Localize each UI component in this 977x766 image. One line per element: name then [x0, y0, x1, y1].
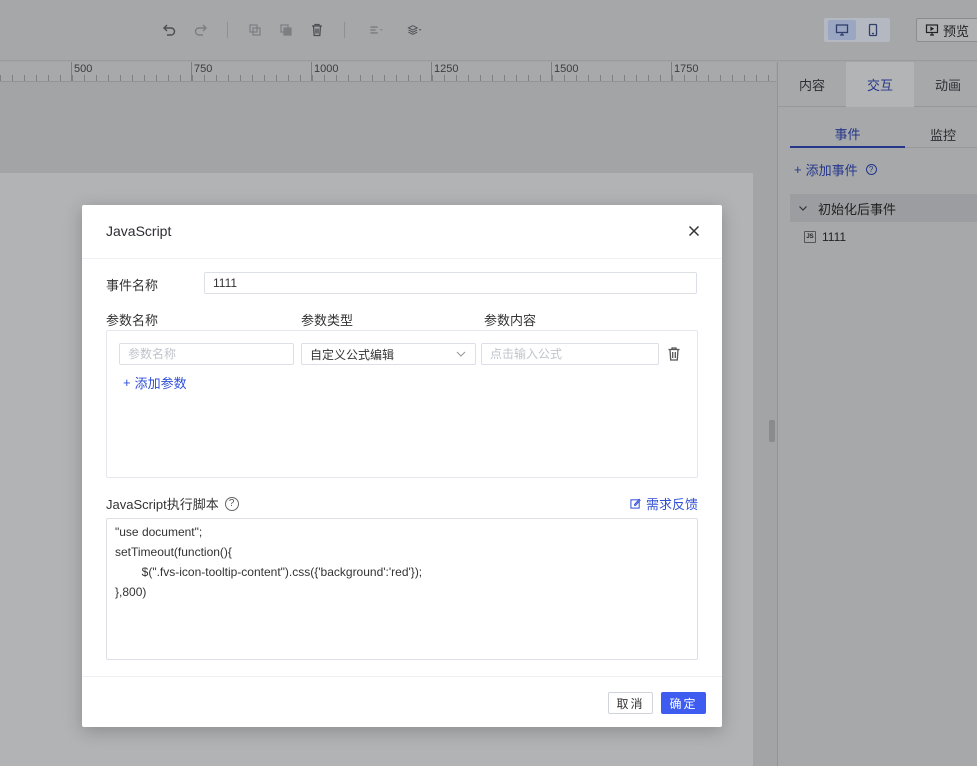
script-label-text: JavaScript执行脚本 [106, 497, 219, 512]
cancel-button[interactable]: 取消 [608, 692, 653, 714]
feedback-label: 需求反馈 [646, 497, 699, 512]
ruler-label: 750 [194, 63, 213, 75]
tab-content[interactable]: 内容 [778, 62, 846, 107]
preview-button[interactable]: 预览 [916, 18, 977, 42]
param-content-input[interactable] [481, 343, 659, 365]
ruler-label: 1500 [554, 63, 579, 75]
dialog-header: JavaScript [82, 205, 722, 259]
toolbar-divider [344, 22, 345, 38]
event-name-input[interactable] [204, 272, 697, 294]
add-event-label: 添加事件 [805, 163, 858, 178]
delete-icon[interactable] [307, 20, 327, 40]
redo-icon[interactable] [191, 20, 211, 40]
ruler-label: 500 [74, 63, 93, 75]
right-panel: 内容 交互 动画 事件 监控 + 添加事件 ? 初始化后事件 JS 1111 [777, 62, 977, 766]
ok-button[interactable]: 确定 [661, 692, 706, 714]
ruler-label: 1250 [434, 63, 459, 75]
preview-label: 预览 [943, 23, 970, 39]
param-name-input[interactable] [119, 343, 294, 365]
help-icon[interactable]: ? [865, 164, 877, 175]
copy-icon[interactable] [245, 20, 265, 40]
tab-interaction[interactable]: 交互 [846, 62, 914, 107]
edit-icon [630, 498, 641, 509]
panel-subtabs: 事件 监控 [790, 120, 977, 148]
ruler-major-tick [71, 62, 72, 81]
add-param-button[interactable]: + 添加参数 [123, 373, 187, 392]
script-label: JavaScript执行脚本 ? [106, 494, 239, 513]
param-content-header: 参数内容 [484, 313, 537, 328]
align-icon[interactable] [364, 20, 390, 40]
monitor-icon [925, 24, 939, 36]
horizontal-ruler: 500 750 1000 1250 1500 1750 [0, 62, 776, 82]
ruler-ticks [0, 75, 776, 81]
add-param-label: 添加参数 [134, 376, 187, 391]
param-list: 自定义公式编辑 + 添加参数 [106, 330, 698, 478]
dialog-title: JavaScript [106, 223, 172, 239]
event-item-label: 1111 [822, 230, 847, 244]
mobile-icon[interactable] [859, 20, 887, 40]
event-name-label: 事件名称 [106, 278, 159, 293]
ruler-major-tick [671, 62, 672, 81]
ruler-major-tick [551, 62, 552, 81]
ruler-label: 1750 [674, 63, 699, 75]
canvas-scrollbar[interactable] [769, 420, 775, 442]
ruler-major-tick [191, 62, 192, 81]
paste-icon[interactable] [276, 20, 296, 40]
help-icon[interactable]: ? [224, 496, 239, 511]
layers-icon[interactable] [402, 20, 428, 40]
tab-animation[interactable]: 动画 [914, 62, 977, 107]
javascript-dialog: JavaScript 事件名称 参数名称 参数类型 参数内容 自定义公式编辑 +… [82, 205, 722, 727]
param-name-header: 参数名称 [106, 313, 159, 328]
feedback-link[interactable]: 需求反馈 [630, 494, 698, 513]
chevron-down-icon [799, 206, 807, 211]
desktop-icon[interactable] [828, 20, 856, 40]
plus-icon: + [123, 375, 131, 390]
ruler-major-tick [311, 62, 312, 81]
plus-icon: + [794, 162, 802, 177]
script-editor[interactable]: "use document"; setTimeout(function(){ $… [106, 518, 698, 660]
device-switcher [824, 18, 890, 42]
param-type-value: 自定义公式编辑 [310, 347, 395, 362]
subtab-events[interactable]: 事件 [790, 120, 905, 148]
top-toolbar: 预览 [0, 0, 977, 61]
panel-tabs: 内容 交互 动画 [778, 62, 977, 107]
event-group-label: 初始化后事件 [818, 201, 897, 217]
undo-icon[interactable] [159, 20, 179, 40]
chevron-down-icon [456, 351, 466, 357]
delete-param-icon[interactable] [667, 346, 681, 362]
event-group-header[interactable]: 初始化后事件 [790, 194, 977, 222]
toolbar-divider [227, 22, 228, 38]
ruler-major-tick [431, 62, 432, 81]
dialog-footer: 取消 确定 [82, 676, 722, 727]
event-item[interactable]: JS 1111 [804, 230, 846, 244]
param-type-select[interactable]: 自定义公式编辑 [301, 343, 476, 365]
add-event-button[interactable]: + 添加事件 ? [794, 160, 877, 179]
js-file-icon: JS [804, 231, 816, 243]
close-icon[interactable] [686, 223, 702, 239]
param-type-header: 参数类型 [301, 313, 354, 328]
subtab-monitor[interactable]: 监控 [930, 120, 977, 148]
ruler-label: 1000 [314, 63, 339, 75]
